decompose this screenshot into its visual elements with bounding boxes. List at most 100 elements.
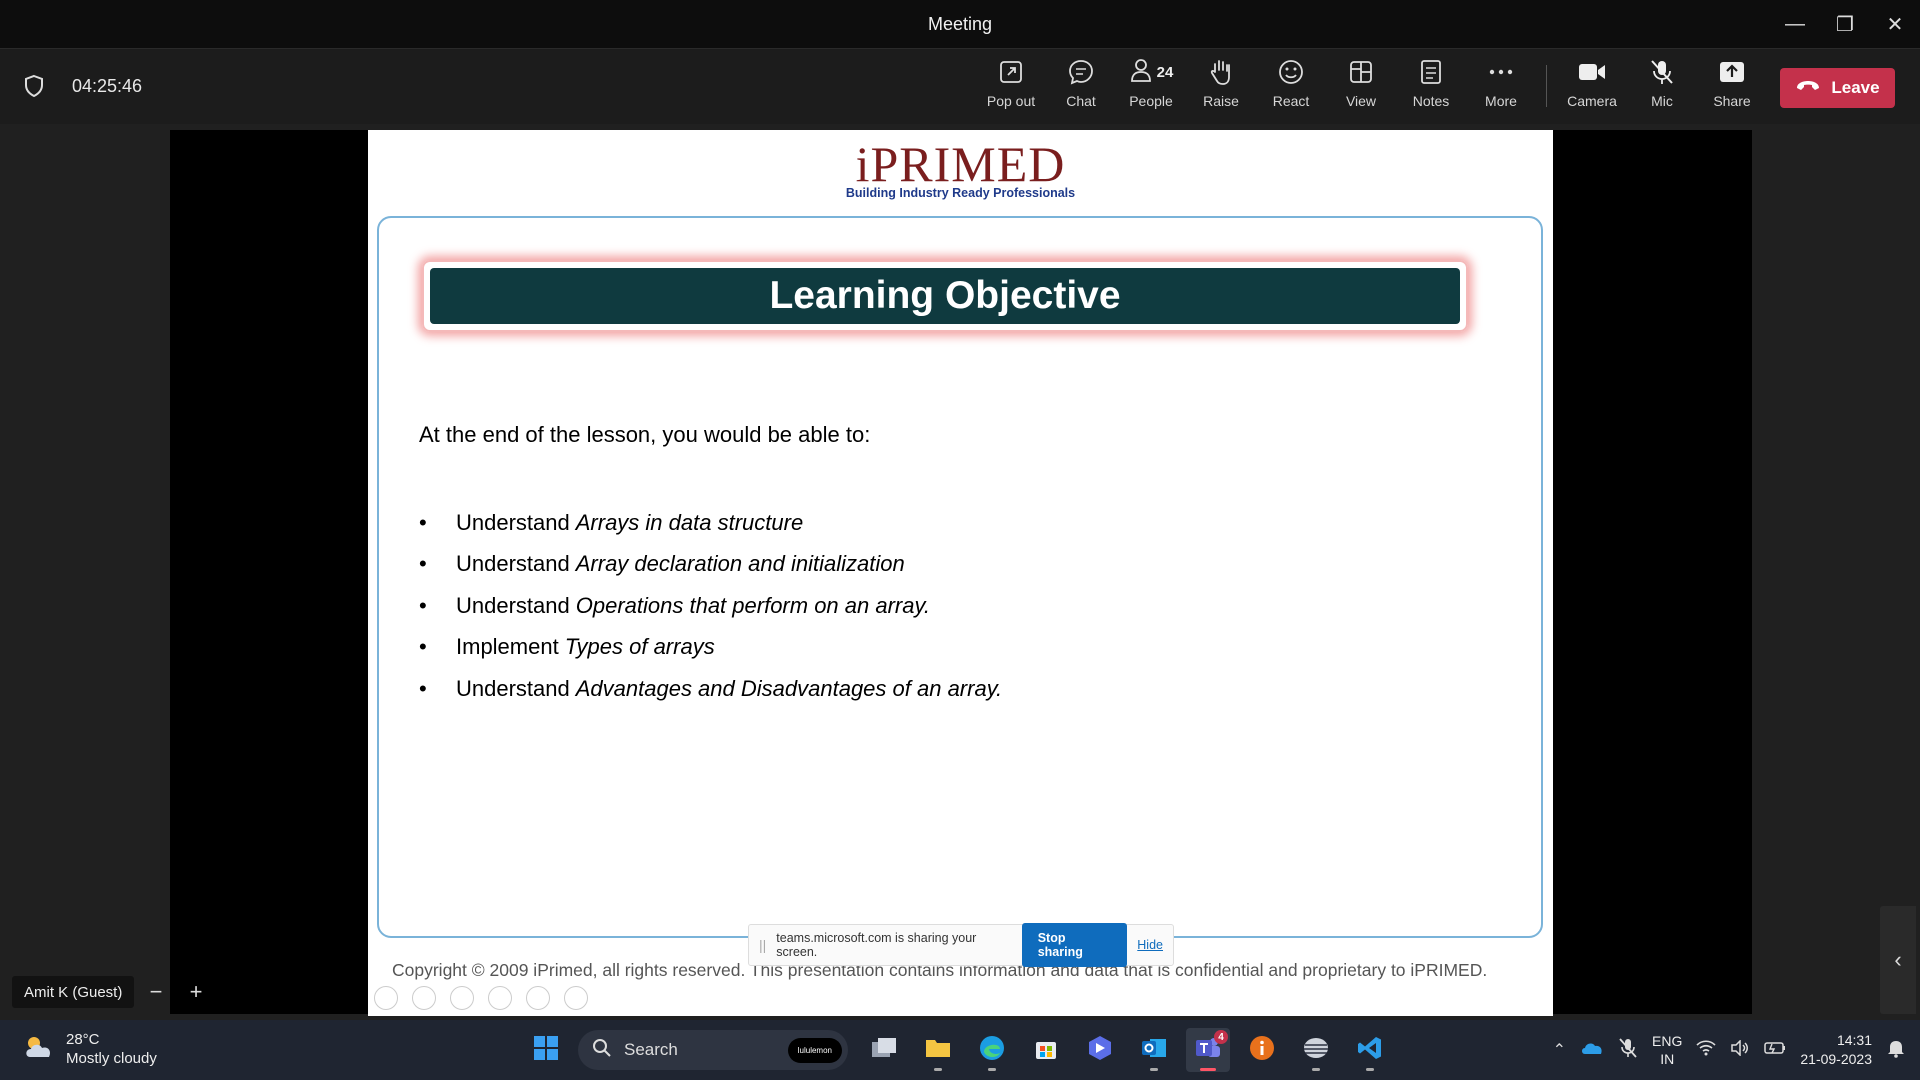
wifi-icon[interactable] [1696,1039,1716,1061]
drag-handle-icon[interactable]: || [759,937,766,953]
zoom-in-icon[interactable]: + [178,976,214,1008]
folder-icon [924,1036,952,1065]
file-explorer-button[interactable] [916,1028,960,1072]
chat-button[interactable]: Chat [1049,57,1113,119]
search-label: Search [624,1040,678,1059]
stripes-app-icon [1302,1036,1330,1065]
region-code: IN [1660,1051,1675,1067]
objective-verb: Understand [456,551,570,577]
slides-grid-icon[interactable] [488,986,512,1010]
edge-browser-button[interactable] [970,1028,1014,1072]
taskbar-apps: Search lululemon 4 [524,1028,1392,1072]
list-item: • Understand Arrays in data structure [419,509,804,535]
logo-brand: iPRIMED [855,136,1066,192]
volume-icon[interactable] [1730,1038,1750,1061]
info-app-button[interactable] [1240,1028,1284,1072]
start-button[interactable] [524,1028,568,1072]
objective-verb: Understand [456,592,570,618]
notifications-icon[interactable] [1886,1038,1906,1063]
leave-label: Leave [1831,78,1880,97]
notes-button[interactable]: Notes [1399,57,1463,119]
react-button[interactable]: React [1259,57,1323,119]
camera-label: Camera [1567,93,1617,109]
share-button[interactable]: Share [1700,57,1764,119]
view-label: View [1345,93,1377,109]
mic-button[interactable]: Mic [1630,57,1694,119]
list-item: • Understand Array declaration and initial… [419,551,905,577]
task-view-button[interactable] [862,1028,906,1072]
leave-button[interactable]: Leave [1780,68,1895,108]
list-item: • Understand Advantages and Disadvantages … [419,675,1003,701]
stripes-app-button[interactable] [1294,1028,1338,1072]
people-count: 24 [1156,63,1174,81]
next-slide-icon[interactable] [412,986,436,1010]
more-button[interactable]: More [1469,57,1533,119]
emoji-icon [1277,57,1305,87]
pen-icon[interactable] [450,986,474,1010]
chevron-up-icon[interactable]: ⌃ [1553,1040,1566,1060]
participant-name: Amit K (Guest) [24,983,123,1001]
outlook-button[interactable] [1132,1028,1176,1072]
stop-sharing-button[interactable]: Stop sharing [1021,923,1128,967]
previous-slide-icon[interactable] [374,986,398,1010]
chat-icon [1067,57,1095,87]
vscode-button[interactable] [1348,1028,1392,1072]
store-button[interactable] [1024,1028,1068,1072]
logo-tagline: Building Industry Ready Professionals [845,186,1076,200]
battery-icon[interactable] [1764,1041,1786,1060]
camera-button[interactable]: Camera [1560,57,1624,119]
iprimed-logo: iPRIMED Building Industry Ready Professi… [368,136,1553,200]
people-button[interactable]: 24 People [1119,57,1183,119]
more-options-icon[interactable] [564,986,588,1010]
outlook-icon [1140,1035,1168,1066]
weather-widget[interactable]: 28°C Mostly cloudy [22,1030,157,1068]
weather-temperature: 28°C [66,1031,100,1048]
meeting-duration: 04:25:46 [72,75,143,96]
objective-verb: Understand [456,675,570,701]
objective-verb: Understand [456,509,570,535]
objective-topic: Advantages and Disadvantages of an array… [575,675,1003,701]
zoom-out-icon[interactable]: − [138,976,174,1008]
taskbar-search[interactable]: Search lululemon [578,1030,848,1070]
objective-topic: Array declaration and initialization [575,551,905,577]
share-icon [1718,57,1746,87]
teams-button[interactable]: 4 [1186,1028,1230,1072]
hand-icon [1208,57,1234,87]
slideshow-controls [374,986,588,1010]
onedrive-icon[interactable] [1580,1040,1604,1061]
camera-icon [1577,57,1607,87]
objectives-list: • Understand Arrays in data structure • Und… [419,502,1002,710]
react-label: React [1272,93,1310,109]
mic-muted-icon[interactable] [1618,1037,1638,1064]
minimize-icon[interactable]: — [1770,0,1820,48]
restore-icon[interactable]: ❐ [1820,0,1870,48]
raise-hand-button[interactable]: Raise [1189,57,1253,119]
magnify-icon[interactable] [526,986,550,1010]
objective-verb: Implement [456,634,559,660]
language-code: ENG [1652,1033,1683,1049]
chevron-left-icon[interactable]: ‹ [1880,906,1916,1014]
app-button[interactable] [1078,1028,1122,1072]
participant-name-tag: Amit K (Guest) [12,976,135,1008]
window-titlebar: Meeting — ❐ ✕ [0,0,1920,48]
info-icon [1249,1035,1275,1066]
taskbar-clock[interactable]: 14:31 21-09-2023 [1800,1031,1872,1069]
windows-logo-icon [533,1035,559,1066]
shield-icon[interactable] [24,73,46,99]
clock-time: 14:31 [1836,1032,1872,1048]
store-icon [1033,1035,1059,1066]
view-button[interactable]: View [1329,57,1393,119]
pop-out-icon [998,57,1024,87]
zoom-controls: − + [138,976,214,1008]
toolbar-divider [1546,65,1547,107]
share-label: Share [1713,93,1751,109]
pop-out-button[interactable]: Pop out [979,57,1043,119]
hide-link[interactable]: Hide [1137,938,1163,952]
layout-icon [1348,57,1374,87]
meeting-timer: 04:25:46 [24,73,142,99]
edge-icon [978,1034,1006,1067]
vscode-icon [1357,1035,1383,1066]
language-indicator[interactable]: ENG IN [1652,1032,1682,1068]
teams-notification-badge: 4 [1214,1030,1228,1044]
close-icon[interactable]: ✕ [1870,0,1920,48]
